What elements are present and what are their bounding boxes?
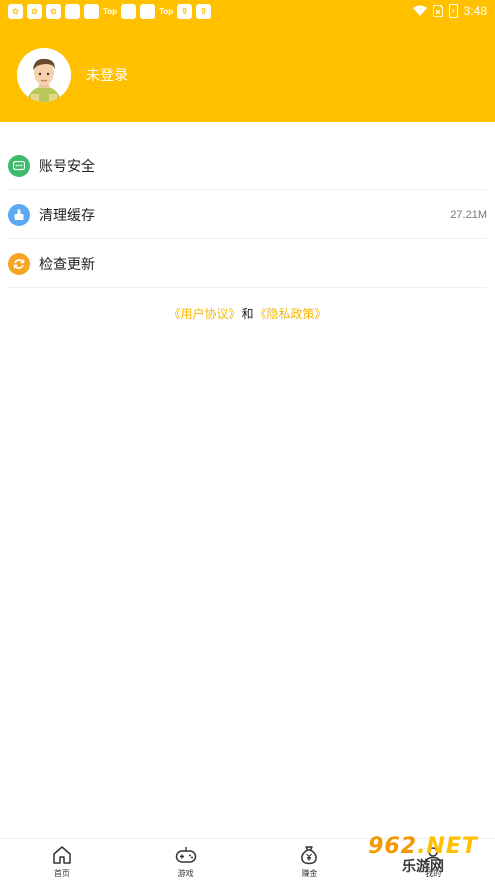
baidu-icon: ✿ — [27, 3, 42, 19]
tab-label: 赚金 — [301, 869, 318, 878]
no-sim-icon — [432, 5, 443, 17]
watermark-logo: 962.NET — [368, 836, 478, 858]
tab-earn[interactable]: 赚金 — [248, 839, 372, 880]
privacy-policy-link[interactable]: 《隐私政策》 — [255, 307, 327, 321]
menu-item-check-update[interactable]: 检查更新 — [0, 239, 495, 288]
money-bag-icon — [298, 844, 320, 866]
avatar[interactable] — [17, 48, 71, 102]
baidu-icon: ✿ — [8, 3, 23, 19]
app-9-icon: 9 — [196, 3, 212, 19]
app-icon — [65, 3, 80, 19]
menu-item-label: 检查更新 — [39, 255, 95, 272]
tab-games[interactable]: 游戏 — [124, 839, 248, 880]
divider — [8, 287, 487, 288]
chat-icon — [8, 154, 30, 177]
user-agreement-link[interactable]: 《用户协议》 — [168, 307, 240, 321]
tab-label: 游戏 — [177, 869, 194, 878]
watermark-suffix: .NET — [417, 834, 478, 859]
baidu-icon: ✿ — [46, 3, 61, 19]
refresh-icon — [8, 252, 30, 275]
tab-label: 首页 — [53, 869, 70, 878]
profile-header: ✿ ✿ ✿ Top Top 9 9 ⚡ 3:48 未登录 — [0, 0, 495, 122]
menu-item-label: 账号安全 — [39, 157, 95, 174]
clock: 3:48 — [463, 4, 487, 18]
site-watermark: 962.NET 乐游网 — [356, 832, 490, 878]
battery-icon: ⚡ — [448, 4, 458, 18]
top-label: Top — [159, 6, 174, 16]
app-icon — [121, 3, 137, 19]
gamepad-icon — [175, 844, 197, 866]
status-bar: ✿ ✿ ✿ Top Top 9 9 ⚡ 3:48 — [0, 0, 495, 22]
avatar-icon — [17, 48, 71, 102]
watermark-brand: 962 — [368, 834, 418, 859]
app-icon — [84, 3, 99, 19]
watermark-name: 乐游网 — [402, 858, 444, 874]
and-text: 和 — [241, 307, 254, 321]
profile-login[interactable]: 未登录 — [17, 48, 128, 102]
bag-icon — [140, 3, 156, 19]
menu-item-label: 清理缓存 — [39, 206, 95, 223]
tab-home[interactable]: 首页 — [0, 839, 124, 880]
clean-icon — [8, 203, 30, 226]
app-9-icon: 9 — [177, 3, 193, 19]
home-icon — [51, 844, 73, 866]
wifi-icon — [412, 5, 427, 16]
agreement-links: 《用户协议》和《隐私政策》 — [0, 305, 495, 322]
settings-menu: 账号安全 清理缓存 27.21M 检查更新 — [0, 141, 495, 288]
login-status[interactable]: 未登录 — [86, 65, 128, 85]
cache-size: 27.21M — [450, 208, 487, 221]
menu-item-account-security[interactable]: 账号安全 — [0, 141, 495, 190]
top-label: Top — [103, 6, 118, 16]
menu-item-clear-cache[interactable]: 清理缓存 27.21M — [0, 190, 495, 239]
